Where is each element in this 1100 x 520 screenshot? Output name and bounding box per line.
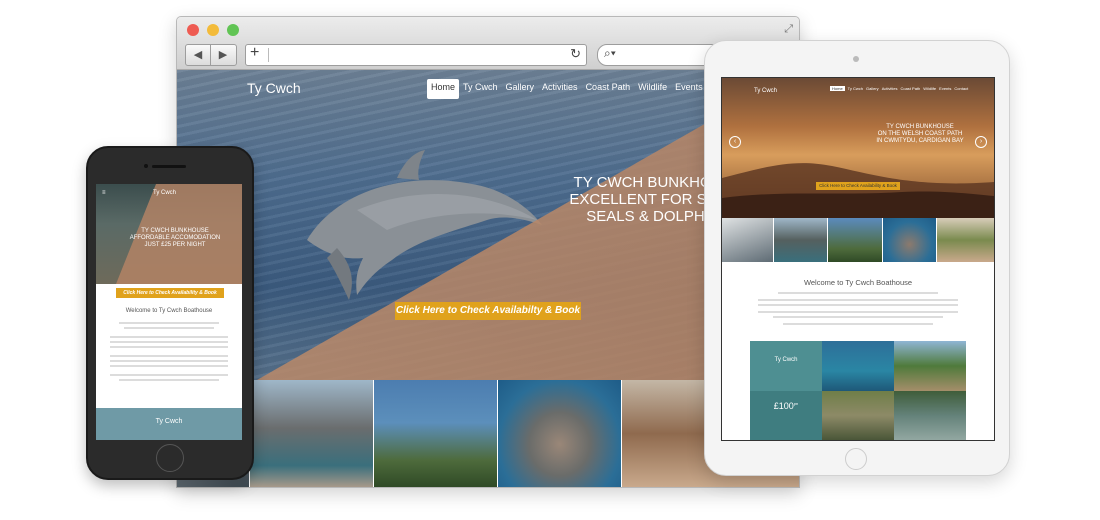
tablet-thumbnail-strip: [722, 218, 994, 262]
tablet-price: £100pn: [750, 401, 822, 411]
tablet-text-line: [758, 304, 958, 306]
tablet-feature-coast[interactable]: [894, 390, 966, 440]
tablet-nav-item[interactable]: Coast Path: [900, 86, 920, 91]
tablet-thumb[interactable]: [882, 218, 937, 262]
phone-text-line: [110, 365, 228, 367]
tablet-text-line: [758, 299, 958, 301]
new-tab-plus-icon[interactable]: +: [250, 44, 259, 62]
nav-coast-path[interactable]: Coast Path: [582, 79, 635, 99]
phone-headline-line: AFFORDABLE ACCOMODATION: [129, 235, 221, 241]
tablet-text-line: [778, 292, 938, 294]
thumb-seal[interactable]: [497, 380, 623, 487]
phone-camera: [144, 164, 148, 168]
tablet-home-button[interactable]: [845, 448, 867, 470]
reload-icon[interactable]: ↻: [570, 46, 581, 62]
tablet-feature-beach[interactable]: [894, 341, 966, 391]
tablet-device: Ty Cwch Home Ty Cwch Gallery Activities …: [704, 40, 1010, 476]
tablet-nav-item[interactable]: Contact: [954, 86, 968, 91]
search-icon: ⌕▾: [604, 46, 616, 60]
tablet-price-unit: pn: [793, 400, 799, 406]
phone-headline-line: JUST £25 PER NIGHT: [144, 242, 206, 248]
back-arrow-icon[interactable]: ◀: [186, 45, 211, 65]
close-window-button[interactable]: [187, 24, 199, 36]
tablet-feature-title: Ty Cwch: [774, 357, 798, 363]
site-logo[interactable]: Ty Cwch: [247, 80, 301, 96]
phone-headline-line: TY CWCH BUNKHOUSE: [141, 228, 209, 234]
tablet-nav-item[interactable]: Events: [939, 86, 951, 91]
nav-activities[interactable]: Activities: [538, 79, 582, 99]
phone-text-line: [124, 327, 214, 329]
tablet-headline-line: TY CWCH BUNKHOUSE: [886, 124, 954, 130]
phone-menu-icon[interactable]: ≡: [102, 190, 106, 196]
phone-check-availability-button[interactable]: Click Here to Check Availability & Book: [116, 288, 224, 298]
tablet-headline-line: ON THE WELSH COAST PATH: [877, 131, 963, 137]
check-availability-button[interactable]: Click Here to Check Availabilty & Book: [395, 302, 581, 320]
minimize-window-button[interactable]: [207, 24, 219, 36]
tablet-text-line: [783, 323, 933, 325]
phone-text-line: [119, 379, 219, 381]
thumb-coast-path[interactable]: [373, 380, 498, 487]
tablet-welcome-heading: Welcome to Ty Cwch Boathouse: [803, 278, 913, 287]
phone-screen: ≡ Ty Cwch TY CWCH BUNKHOUSE AFFORDABLE A…: [96, 184, 242, 440]
phone-speaker: [152, 165, 186, 168]
phone-text-line: [110, 341, 228, 343]
nav-events[interactable]: Events: [671, 79, 707, 99]
tablet-hero-headline: TY CWCH BUNKHOUSE ON THE WELSH COAST PAT…: [850, 124, 990, 145]
tablet-price-value: £100: [773, 400, 794, 411]
nav-gallery[interactable]: Gallery: [502, 79, 539, 99]
tablet-nav-home[interactable]: Home: [830, 86, 845, 91]
thumb-kayak-cove[interactable]: [249, 380, 374, 487]
tablet-feature-kayak[interactable]: [822, 341, 894, 391]
phone-text-line: [110, 355, 228, 357]
tablet-main-menu: Home Ty Cwch Gallery Activities Coast Pa…: [830, 86, 968, 91]
phone-text-line: [110, 374, 228, 376]
tablet-feature-falcon[interactable]: [822, 390, 894, 440]
tablet-thumb[interactable]: [774, 218, 829, 262]
nav-home[interactable]: Home: [427, 79, 460, 99]
slider-prev-icon[interactable]: ‹: [729, 136, 741, 148]
tablet-text-line: [773, 316, 943, 318]
phone-text-line: [119, 322, 219, 324]
nav-ty-cwch[interactable]: Ty Cwch: [459, 79, 502, 99]
zoom-window-button[interactable]: [227, 24, 239, 36]
history-nav: ◀ ▶: [185, 44, 237, 66]
tablet-check-availability-button[interactable]: Click Here to Check Availability & Book: [816, 182, 900, 190]
address-bar[interactable]: + ↻: [245, 44, 587, 66]
tablet-nav-item[interactable]: Activities: [882, 86, 898, 91]
phone-hero-headline: TY CWCH BUNKHOUSE AFFORDABLE ACCOMODATIO…: [108, 228, 242, 249]
phone-device: ≡ Ty Cwch TY CWCH BUNKHOUSE AFFORDABLE A…: [86, 146, 254, 480]
tablet-nav-item[interactable]: Gallery: [866, 86, 879, 91]
nav-wildlife[interactable]: Wildlife: [634, 79, 671, 99]
tablet-thumb[interactable]: [828, 218, 883, 262]
phone-footer-card[interactable]: Ty Cwch: [96, 408, 242, 440]
desktop-main-menu: Home Ty Cwch Gallery Activities Coast Pa…: [427, 79, 726, 99]
tablet-nav-item[interactable]: Ty Cwch: [848, 86, 863, 91]
tablet-nav-item[interactable]: Wildlife: [923, 86, 936, 91]
tablet-camera: [853, 56, 859, 62]
tablet-headline-line: IN CWMTYDU, CARDIGAN BAY: [876, 138, 964, 144]
tablet-feature-grid: Ty Cwch £100pn: [750, 341, 966, 440]
phone-text-line: [110, 336, 228, 338]
tablet-site-logo[interactable]: Ty Cwch: [754, 88, 777, 94]
tablet-screen: Ty Cwch Home Ty Cwch Gallery Activities …: [721, 77, 995, 441]
phone-home-button[interactable]: [156, 444, 184, 472]
tablet-thumb[interactable]: [722, 218, 775, 262]
tablet-feature-price-tile[interactable]: £100pn: [750, 390, 822, 440]
fullscreen-icon[interactable]: ⤢: [784, 23, 793, 36]
phone-welcome-heading: Welcome to Ty Cwch Boathouse: [125, 308, 213, 314]
phone-text-line: [110, 346, 228, 348]
tablet-thumb[interactable]: [936, 218, 994, 262]
tablet-text-line: [758, 311, 958, 313]
phone-text-line: [110, 360, 228, 362]
phone-site-logo[interactable]: Ty Cwch: [153, 190, 176, 196]
forward-arrow-icon[interactable]: ▶: [211, 45, 235, 65]
tablet-feature-title-tile[interactable]: Ty Cwch: [750, 341, 822, 391]
tablet-hero-sunset: [722, 78, 994, 218]
phone-footer-title: Ty Cwch: [155, 418, 183, 425]
